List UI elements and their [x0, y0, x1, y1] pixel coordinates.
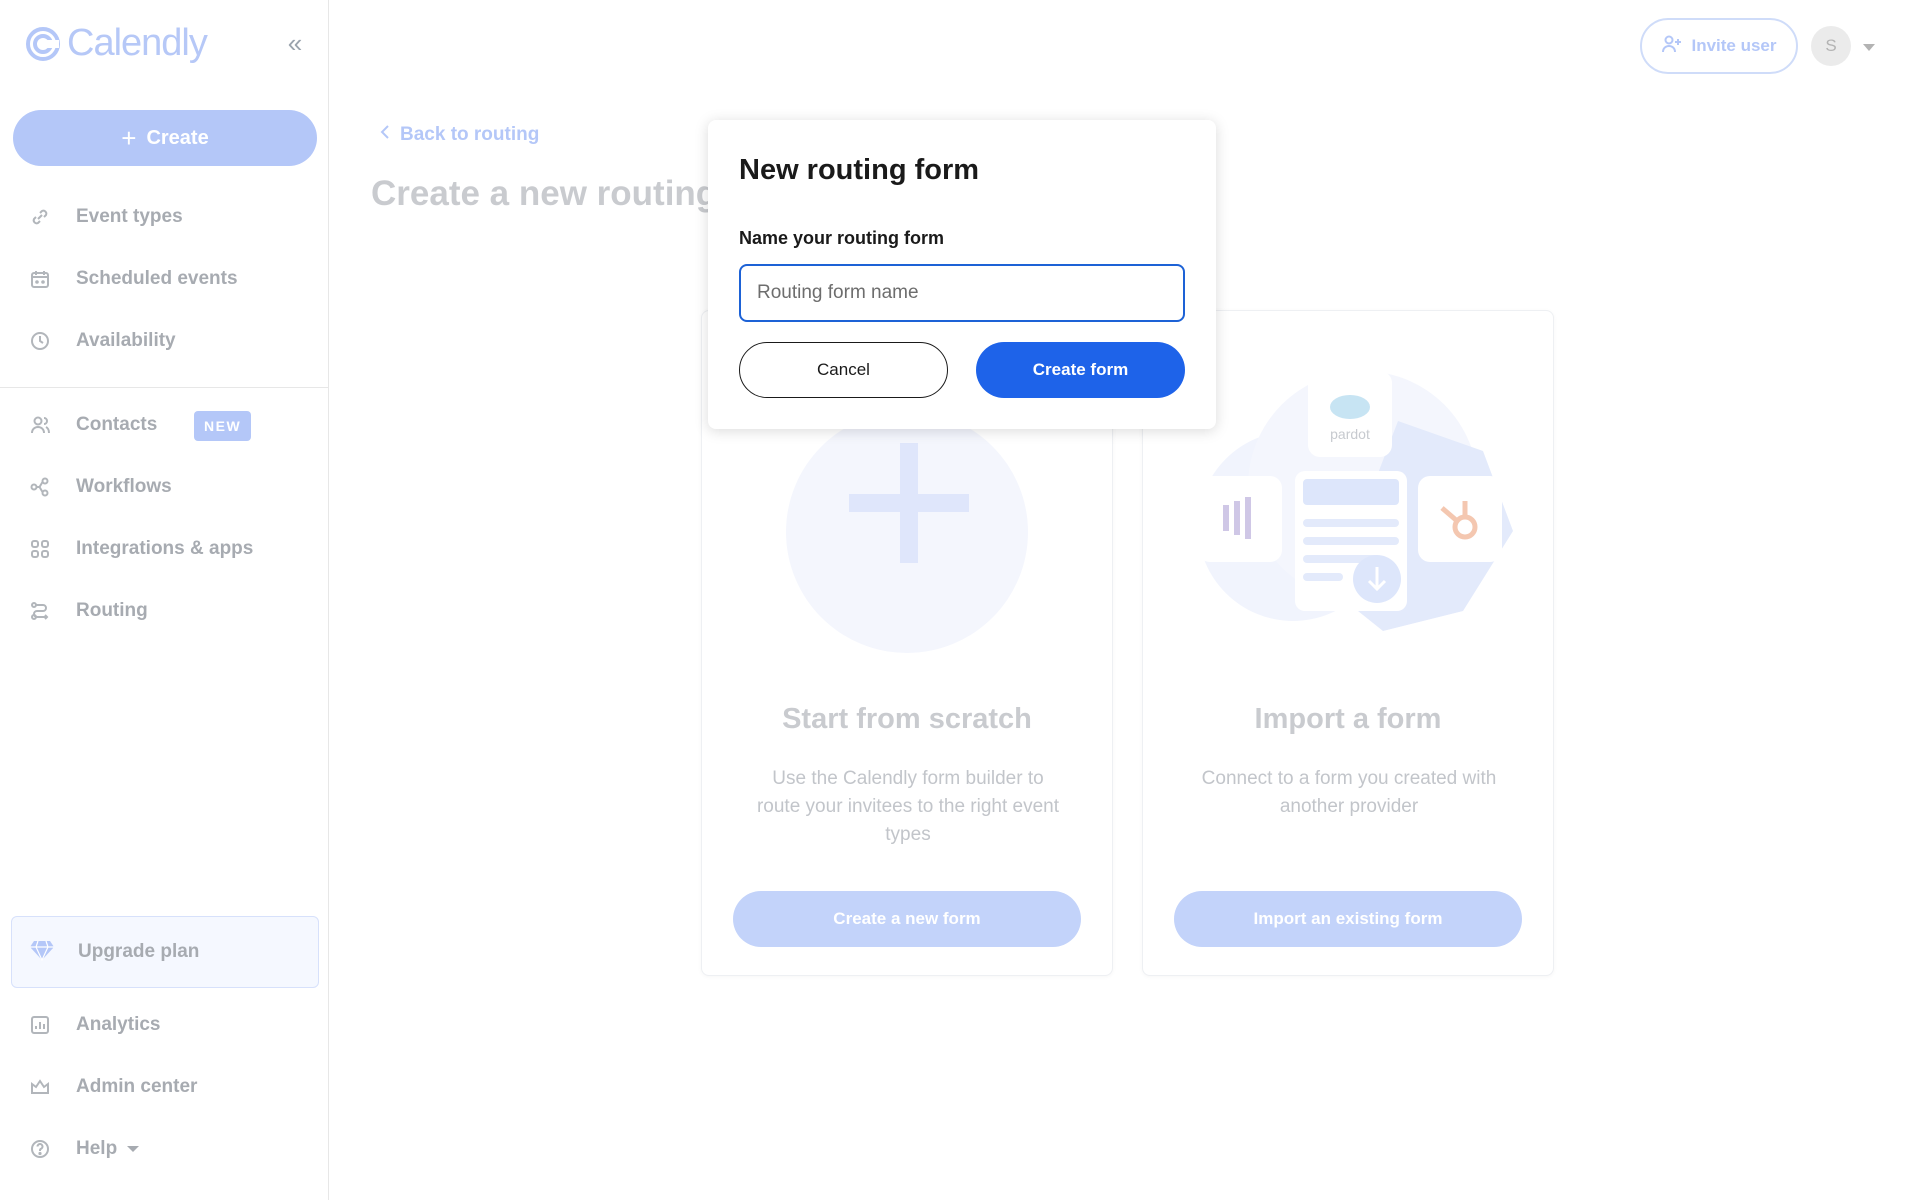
chevron-down-icon[interactable]: [1863, 44, 1875, 51]
new-badge: NEW: [194, 411, 252, 441]
new-routing-form-modal: New routing form Name your routing form …: [708, 120, 1216, 429]
sidebar-item-label: Analytics: [76, 1014, 161, 1035]
calendly-logo-icon: [26, 26, 60, 61]
add-user-icon: [1661, 34, 1683, 59]
create-new-form-button[interactable]: Create a new form: [733, 891, 1081, 947]
contacts-icon: [28, 413, 52, 437]
crown-icon: [28, 1075, 52, 1099]
calendly-logo[interactable]: Calendly: [25, 22, 208, 65]
card-description: Connect to a form you created with anoth…: [1201, 768, 1497, 817]
page-title: Create a new routing: [371, 174, 718, 213]
sidebar-item-admin-center[interactable]: Admin center: [0, 1062, 329, 1112]
card-title: Import a form: [1254, 703, 1442, 735]
sidebar-item-label: Event types: [76, 206, 183, 227]
app-root: Calendly « + Create Event types Schedule…: [0, 0, 1920, 1200]
sidebar-item-label: Admin center: [76, 1076, 198, 1097]
sidebar-item-label: Scheduled events: [76, 268, 238, 289]
sidebar-item-label: Help: [76, 1138, 140, 1160]
card-title: Start from scratch: [782, 703, 1032, 735]
routing-icon: [28, 599, 52, 623]
modal-title: New routing form: [739, 154, 980, 186]
pardot-logo: pardot: [1330, 426, 1370, 442]
sidebar-item-contacts[interactable]: Contacts NEW: [0, 400, 329, 450]
sidebar-item-analytics[interactable]: Analytics: [0, 1000, 329, 1050]
sidebar-item-label: Workflows: [76, 476, 172, 497]
card-description: Use the Calendly form builder to route y…: [756, 768, 1060, 845]
sidebar-item-help[interactable]: Help: [0, 1124, 329, 1174]
apps-grid-icon: [28, 537, 52, 561]
sidebar-item-workflows[interactable]: Workflows: [0, 462, 329, 512]
help-icon: [28, 1137, 52, 1161]
link-icon: [28, 205, 52, 229]
sidebar-item-label: Routing: [76, 600, 148, 621]
sidebar-item-scheduled-events[interactable]: Scheduled events: [0, 254, 329, 304]
sidebar-divider: [0, 387, 329, 388]
sidebar-item-label: Availability: [76, 330, 176, 351]
upgrade-plan-label: Upgrade plan: [78, 941, 200, 962]
back-to-routing-link[interactable]: Back to routing: [380, 124, 539, 146]
sidebar-item-label: Integrations & apps: [76, 538, 254, 559]
clock-icon: [28, 329, 52, 353]
plus-icon-bar: [849, 494, 969, 512]
sidebar-item-availability[interactable]: Availability: [0, 316, 329, 366]
plus-icon: +: [121, 123, 137, 153]
salesforce-logo: [1330, 395, 1370, 419]
workflow-icon: [28, 475, 52, 499]
back-link-label: Back to routing: [400, 124, 540, 145]
avatar[interactable]: S: [1811, 26, 1851, 66]
upgrade-plan-button[interactable]: Upgrade plan: [11, 916, 319, 988]
analytics-icon: [28, 1013, 52, 1037]
chevron-left-icon: [380, 124, 390, 146]
sidebar-item-label: Contacts: [76, 414, 158, 435]
invite-user-button[interactable]: Invite user: [1640, 18, 1798, 74]
create-form-button[interactable]: Create form: [976, 342, 1185, 398]
sidebar-item-integrations[interactable]: Integrations & apps: [0, 524, 329, 574]
create-button[interactable]: + Create: [13, 110, 317, 166]
help-label: Help: [76, 1138, 118, 1159]
routing-form-name-input[interactable]: [739, 264, 1185, 322]
routing-form-name-label: Name your routing form: [739, 228, 945, 248]
invite-user-label: Invite user: [1691, 36, 1777, 55]
sidebar-item-routing[interactable]: Routing: [0, 586, 329, 636]
diamond-icon: [30, 939, 54, 966]
cancel-button[interactable]: Cancel: [739, 342, 948, 398]
logo-text: Calendly: [67, 22, 208, 64]
collapse-sidebar-icon[interactable]: «: [282, 30, 308, 58]
calendar-icon: [28, 267, 52, 291]
sidebar-item-event-types[interactable]: Event types: [0, 192, 329, 242]
import-existing-form-button[interactable]: Import an existing form: [1174, 891, 1522, 947]
chevron-down-icon: [127, 1145, 140, 1152]
sidebar: Calendly « + Create Event types Schedule…: [0, 0, 329, 1200]
create-button-label: Create: [146, 126, 209, 149]
